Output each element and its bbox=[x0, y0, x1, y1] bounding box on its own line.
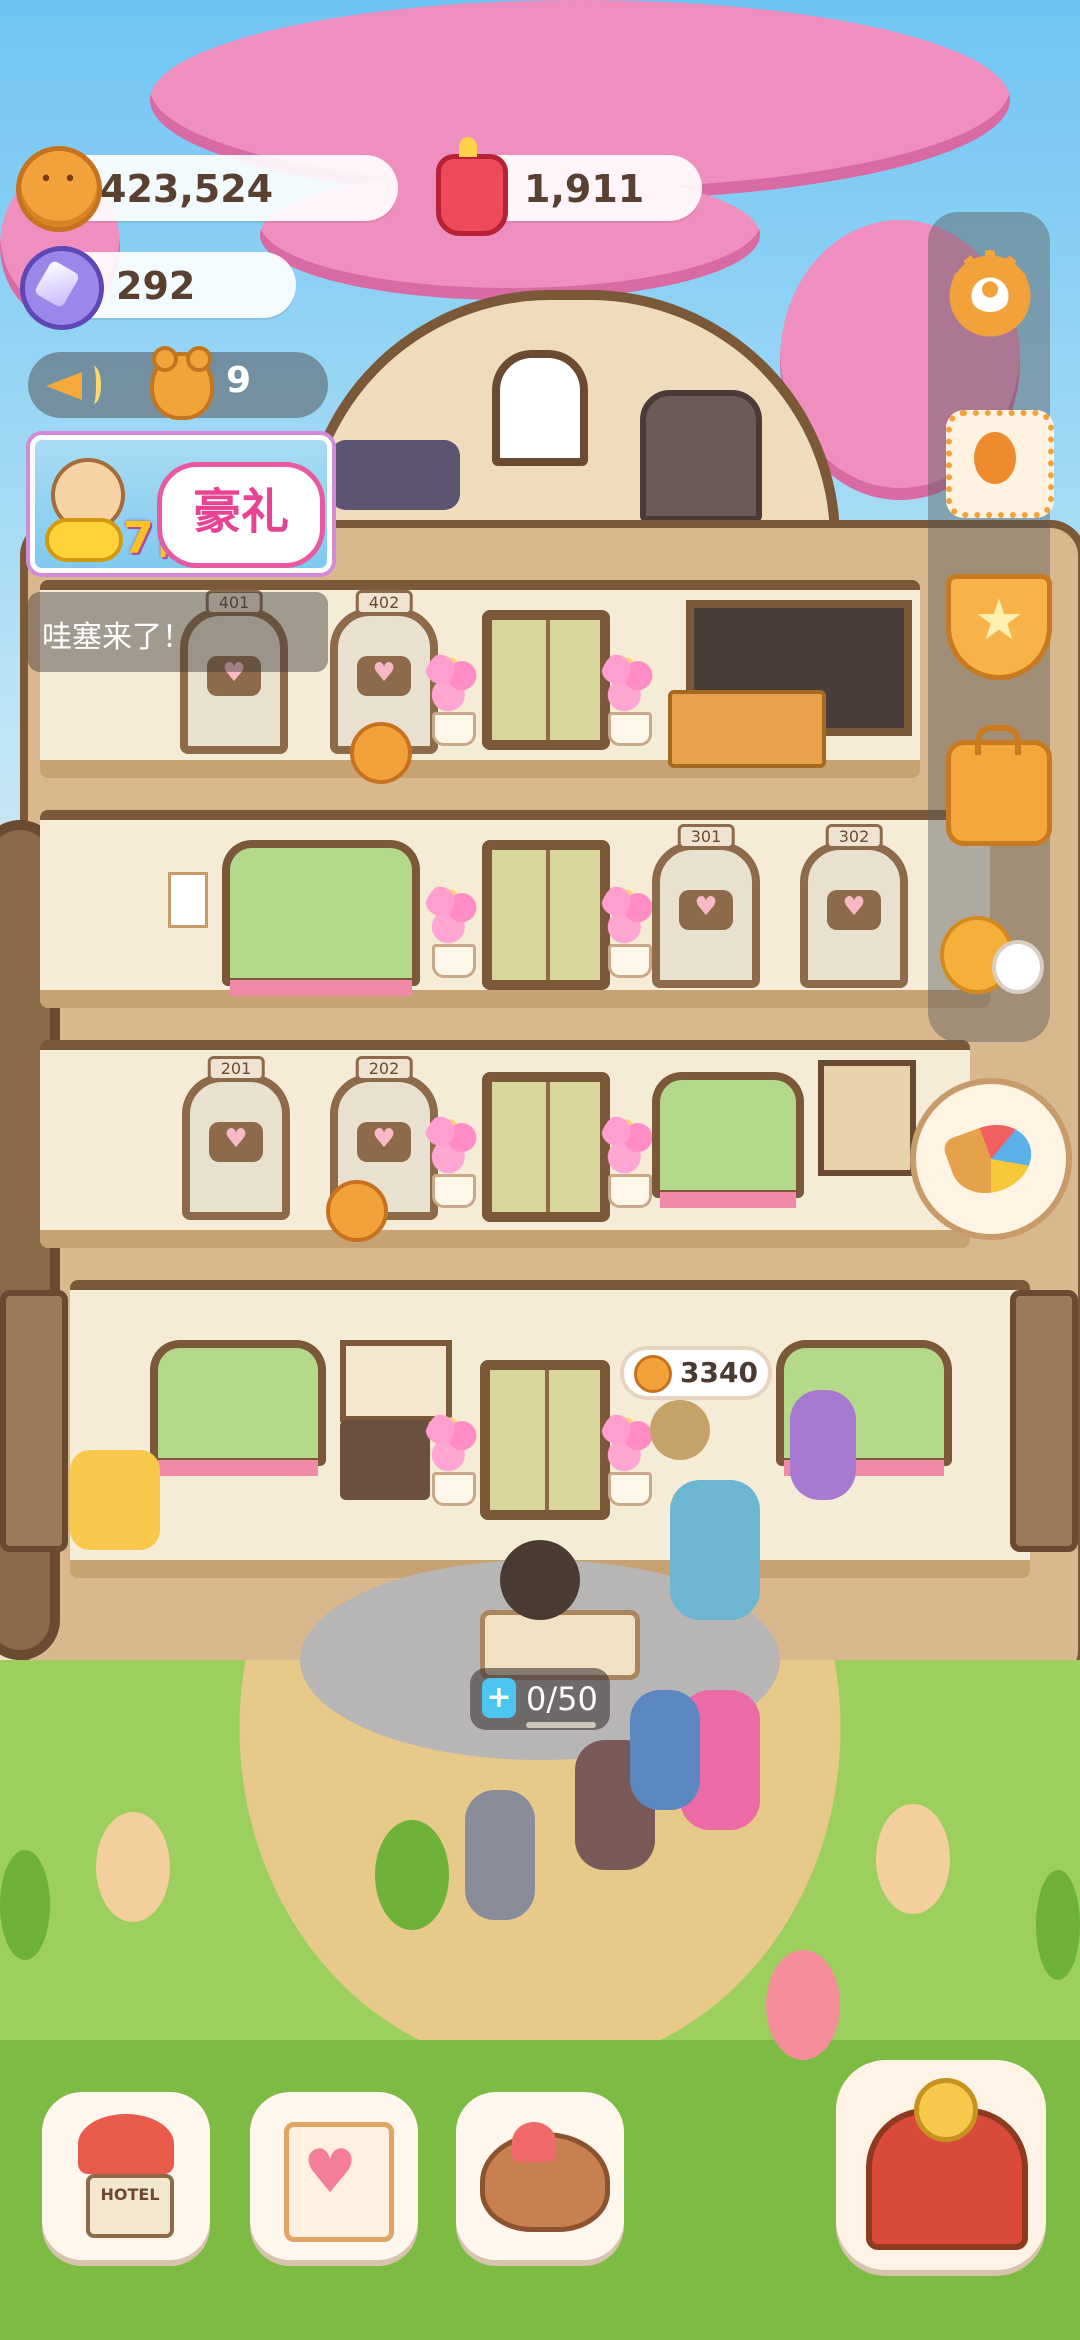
attic-bed bbox=[330, 440, 460, 510]
coin-icon bbox=[634, 1355, 672, 1393]
bookshelf bbox=[340, 1420, 430, 1500]
elevator-floor-2 bbox=[482, 1072, 610, 1222]
room-door-301[interactable]: 301 bbox=[652, 824, 760, 988]
tip-amount: 3340 bbox=[680, 1356, 758, 1389]
guest-character[interactable] bbox=[465, 1790, 535, 1920]
banner-title: 豪礼 bbox=[157, 462, 325, 568]
energy-value: 0/50 bbox=[526, 1680, 598, 1718]
attic-wardrobe bbox=[640, 390, 762, 522]
crepe-icon[interactable] bbox=[910, 1078, 1072, 1240]
flower-pot bbox=[424, 1410, 478, 1506]
room-number: 202 bbox=[355, 1056, 413, 1081]
guest-character[interactable] bbox=[790, 1390, 856, 1500]
cake-icon[interactable] bbox=[456, 2092, 624, 2260]
elevator-floor-3 bbox=[482, 840, 610, 990]
flower-pot bbox=[600, 882, 654, 978]
energy-meter[interactable]: 0/50 bbox=[470, 1668, 610, 1730]
pillar-right bbox=[1010, 1290, 1078, 1552]
energy-add-icon[interactable] bbox=[482, 1678, 516, 1718]
guest-character[interactable] bbox=[670, 1480, 760, 1620]
gem-icon bbox=[20, 246, 104, 330]
flower-pot bbox=[424, 882, 478, 978]
energy-bar bbox=[526, 1722, 596, 1728]
lobby-elevator bbox=[480, 1360, 610, 1520]
guest-count: 9 bbox=[226, 360, 252, 401]
heart-icon bbox=[357, 655, 411, 696]
flower-pot bbox=[600, 1410, 654, 1506]
wall-portrait bbox=[818, 1060, 916, 1176]
room-door-302[interactable]: 302 bbox=[800, 824, 908, 988]
coin-pickup[interactable] bbox=[326, 1180, 388, 1242]
chat-text: 哇塞来了！ bbox=[42, 620, 192, 655]
gear-icon[interactable] bbox=[942, 238, 1038, 344]
guest-character[interactable] bbox=[375, 1820, 449, 1930]
room-number: 201 bbox=[207, 1056, 265, 1081]
bathroom-sign bbox=[168, 872, 208, 928]
heart-icon bbox=[827, 889, 881, 930]
chat-message[interactable]: 哇塞来了！ bbox=[28, 592, 328, 672]
ruby-value: 1,911 bbox=[524, 167, 645, 211]
bag-icon[interactable] bbox=[946, 725, 1052, 846]
guest-character[interactable] bbox=[70, 1450, 160, 1550]
flower-pot bbox=[600, 650, 654, 746]
moving-boxes bbox=[668, 690, 826, 768]
friends-icon[interactable] bbox=[940, 910, 1044, 1006]
coin-value: 423,524 bbox=[100, 167, 274, 211]
stamp-icon[interactable] bbox=[946, 410, 1054, 518]
gacha-icon[interactable] bbox=[836, 2060, 1046, 2270]
flower-pot bbox=[600, 1112, 654, 1208]
coin-pickup[interactable] bbox=[350, 722, 412, 784]
flower-pot bbox=[424, 650, 478, 746]
seven-day-gift-banner[interactable]: 7日 豪礼 bbox=[30, 435, 332, 573]
ruby-icon bbox=[436, 137, 508, 236]
guest-character[interactable] bbox=[630, 1690, 700, 1810]
hotel-icon[interactable] bbox=[42, 2092, 210, 2260]
gem-value: 292 bbox=[116, 264, 196, 308]
megaphone-icon[interactable] bbox=[46, 362, 101, 406]
banner-mascot bbox=[45, 448, 125, 562]
room-number: 302 bbox=[825, 824, 883, 849]
pillar-left bbox=[0, 1290, 68, 1552]
room-number: 402 bbox=[355, 590, 413, 615]
guest-character[interactable] bbox=[876, 1804, 950, 1914]
attic-window bbox=[492, 350, 588, 466]
guest-character[interactable] bbox=[650, 1400, 710, 1460]
room-door-201[interactable]: 201 bbox=[182, 1056, 290, 1220]
guest-bear-icon bbox=[150, 346, 214, 420]
room-curtain[interactable] bbox=[652, 1072, 804, 1208]
receptionist-character[interactable] bbox=[500, 1540, 580, 1620]
flower-pot bbox=[424, 1112, 478, 1208]
lobby-curtain-left[interactable] bbox=[150, 1340, 326, 1476]
elevator-floor-4 bbox=[482, 610, 610, 750]
guest-character[interactable] bbox=[1036, 1870, 1080, 1980]
diary-icon[interactable] bbox=[250, 2092, 418, 2260]
heart-icon bbox=[357, 1121, 411, 1162]
room-number: 301 bbox=[677, 824, 735, 849]
coin-icon bbox=[16, 146, 102, 232]
room-curtain[interactable] bbox=[222, 840, 420, 996]
heart-icon bbox=[679, 889, 733, 930]
tip-bubble[interactable]: 3340 bbox=[620, 1346, 772, 1400]
guest-character[interactable] bbox=[766, 1950, 840, 2060]
medal-icon[interactable] bbox=[946, 574, 1052, 680]
guest-character[interactable] bbox=[0, 1850, 50, 1960]
guest-character[interactable] bbox=[96, 1812, 170, 1922]
heart-icon bbox=[209, 1121, 263, 1162]
